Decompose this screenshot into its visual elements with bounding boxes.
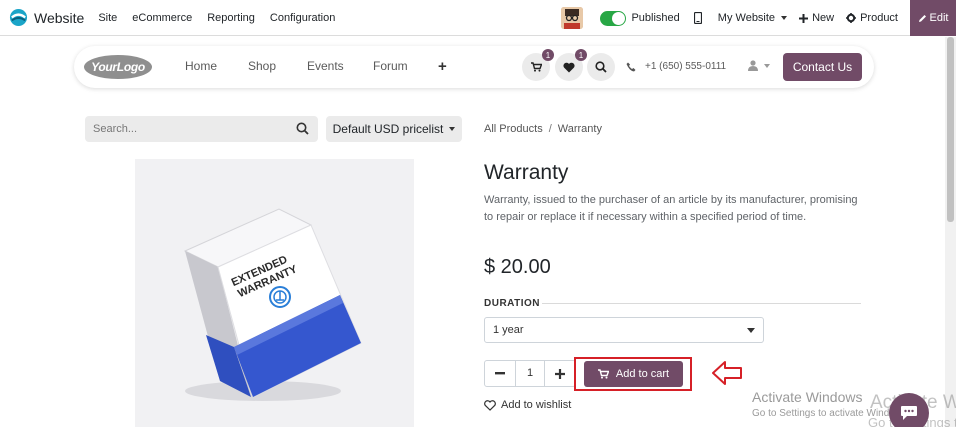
heart-icon — [563, 62, 575, 72]
minus-icon — [495, 372, 505, 375]
plus-icon — [555, 368, 565, 379]
website-app-icon — [9, 8, 28, 27]
search-icon[interactable] — [296, 122, 309, 135]
annotation-arrow-icon — [712, 361, 742, 385]
toggle-switch[interactable] — [600, 10, 627, 26]
phone-number: +1 (650) 555-0111 — [645, 61, 727, 72]
published-label: Published — [631, 12, 680, 24]
edit-label: Edit — [929, 12, 949, 24]
warranty-box-illustration: EXTENDED WARRANTY — [183, 208, 362, 401]
nav-forum[interactable]: Forum — [373, 59, 408, 73]
contact-us-button[interactable]: Contact Us — [783, 53, 862, 81]
breadcrumb-all-products[interactable]: All Products — [484, 123, 543, 135]
user-icon — [748, 60, 758, 71]
nav-shop[interactable]: Shop — [248, 59, 276, 73]
header-search-button[interactable] — [587, 53, 615, 81]
phone-contact[interactable]: +1 (650) 555-0111 — [626, 61, 726, 72]
product-description: Warranty, issued to the purchaser of an … — [484, 194, 858, 223]
cart-icon — [597, 369, 609, 379]
new-button[interactable]: New — [799, 12, 834, 24]
increase-quantity-button[interactable] — [545, 361, 575, 386]
menu-configuration[interactable]: Configuration — [270, 12, 335, 24]
avatar-icon — [561, 7, 584, 29]
admin-topbar: Website Site eCommerce Reporting Configu… — [0, 0, 956, 36]
scrollbar-thumb[interactable] — [947, 37, 954, 222]
search-icon — [595, 61, 607, 73]
cart-icon — [530, 62, 542, 72]
website-switcher[interactable]: My Website — [717, 12, 788, 24]
pencil-icon — [918, 14, 926, 22]
nav-events[interactable]: Events — [307, 59, 344, 73]
mobile-preview-button[interactable] — [693, 12, 706, 24]
quantity-stepper: 1 — [484, 360, 576, 387]
add-to-wishlist-link[interactable]: Add to wishlist — [484, 399, 571, 411]
user-avatar[interactable] — [561, 7, 584, 29]
chevron-down-icon — [764, 63, 770, 68]
add-to-cart-button[interactable]: Add to cart — [584, 361, 683, 387]
pricelist-dropdown[interactable]: Default USD pricelist — [326, 116, 462, 142]
breadcrumb: All Products / Warranty — [484, 123, 602, 135]
chat-bubble-icon — [901, 406, 917, 420]
published-toggle[interactable]: Published — [600, 10, 680, 26]
edit-button[interactable]: Edit — [910, 0, 956, 36]
breadcrumb-current: Warranty — [557, 123, 602, 135]
pricelist-label: Default USD pricelist — [332, 122, 444, 136]
wishlist-label: Add to wishlist — [501, 399, 572, 411]
breadcrumb-separator: / — [548, 123, 552, 135]
app-brand[interactable]: Website — [9, 8, 84, 27]
cart-count-badge: 1 — [542, 49, 554, 61]
add-to-cart-label: Add to cart — [615, 368, 670, 380]
plus-icon — [799, 13, 809, 23]
product-settings-button[interactable]: Product — [846, 12, 898, 24]
website-switcher-label: My Website — [717, 12, 776, 24]
product-price: $ 20.00 — [484, 256, 551, 278]
topbar-actions: Published My Website New Product Edit — [561, 0, 956, 36]
gear-icon — [846, 13, 857, 23]
product-search — [85, 116, 318, 142]
page-scrollbar[interactable] — [945, 37, 956, 427]
page: Website Site eCommerce Reporting Configu… — [0, 0, 956, 427]
site-logo[interactable]: YourLogo — [84, 55, 152, 79]
cart-button[interactable]: 1 — [522, 49, 554, 81]
wishlist-count-badge: 1 — [575, 49, 587, 61]
attribute-label: DURATION — [484, 298, 541, 309]
menu-reporting[interactable]: Reporting — [207, 12, 255, 24]
heart-outline-icon — [484, 399, 496, 411]
duration-select[interactable]: 1 year — [484, 317, 764, 343]
nav-home[interactable]: Home — [185, 59, 217, 73]
product-title: Warranty — [484, 161, 569, 184]
activation-watermark-title: Activate Windows — [752, 389, 863, 405]
phone-icon — [626, 62, 636, 71]
nav-add-icon[interactable]: + — [438, 58, 447, 75]
new-label: New — [812, 12, 835, 24]
wishlist-header-button[interactable]: 1 — [555, 49, 587, 81]
menu-site[interactable]: Site — [98, 12, 117, 24]
admin-menu: Site eCommerce Reporting Configuration — [98, 12, 350, 24]
user-menu[interactable] — [748, 60, 770, 71]
menu-ecommerce[interactable]: eCommerce — [132, 12, 192, 24]
mobile-icon — [693, 12, 702, 24]
app-name: Website — [34, 9, 85, 26]
search-input[interactable] — [85, 116, 285, 142]
quantity-input[interactable]: 1 — [515, 361, 545, 386]
product-label: Product — [860, 12, 898, 24]
decrease-quantity-button[interactable] — [485, 361, 515, 386]
chevron-down-icon — [747, 328, 755, 333]
product-image[interactable]: EXTENDED WARRANTY — [135, 159, 414, 427]
chevron-down-icon — [449, 127, 456, 131]
duration-value: 1 year — [493, 324, 524, 336]
attribute-divider — [542, 303, 861, 304]
live-chat-button[interactable] — [889, 393, 929, 427]
chevron-down-icon — [781, 16, 788, 20]
site-header: YourLogo Home Shop Events Forum + 1 1 +1… — [74, 46, 874, 88]
